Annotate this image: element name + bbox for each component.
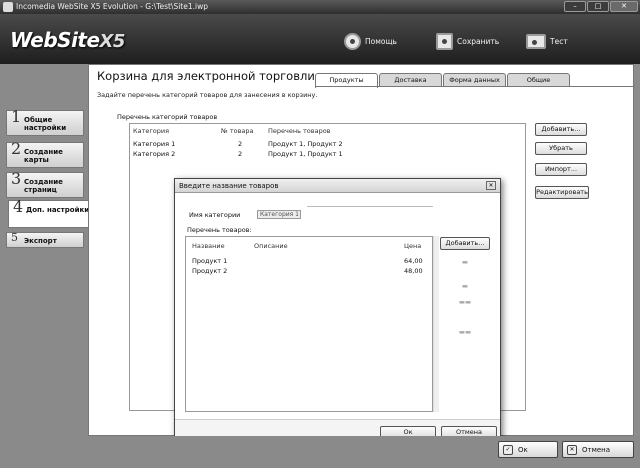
column-header-name[interactable]: Название — [192, 242, 225, 250]
check-icon: ✓ — [503, 444, 513, 455]
edit-category-button[interactable]: Редактировать — [535, 186, 589, 199]
dialog-title-bar: Введите название товаров ✕ — [175, 179, 500, 193]
cancel-icon: ✕ — [567, 444, 577, 455]
test-button[interactable]: Тест — [526, 32, 568, 50]
help-button[interactable]: Помощь — [344, 32, 397, 50]
remove-category-button[interactable]: Убрать — [535, 142, 587, 155]
row-count: 2 — [238, 150, 243, 158]
column-header-products[interactable]: Перечень товаров — [268, 127, 331, 135]
product-row-name[interactable]: Продукт 2 — [192, 267, 227, 275]
window-title: Incomedia WebSite X5 Evolution - G:\Test… — [16, 2, 208, 11]
help-icon — [344, 32, 361, 50]
product-list[interactable]: Название Описание Цена Продукт 1 64,00 П… — [185, 236, 433, 412]
sidebar: 1 Общие настройки 2 Создание карты 3 Соз… — [0, 64, 90, 468]
product-row-name[interactable]: Продукт 1 — [192, 257, 227, 265]
row-category[interactable]: Категория 2 — [133, 150, 175, 158]
sidebar-item-export[interactable]: 5 Экспорт — [6, 232, 84, 248]
page-subtitle: Задайте перечень категорий товаров для з… — [97, 91, 318, 99]
disabled-button: ▬▬ — [458, 298, 472, 306]
maximize-button[interactable]: □ — [587, 1, 609, 12]
minimize-button[interactable]: – — [564, 1, 586, 12]
product-row-price: 48,00 — [404, 267, 423, 275]
divider — [307, 206, 433, 207]
window-title-bar: Incomedia WebSite X5 Evolution - G:\Test… — [0, 0, 640, 14]
product-list-label: Перечень товаров: — [187, 226, 252, 234]
column-header-description[interactable]: Описание — [254, 242, 288, 250]
app-icon — [3, 2, 13, 12]
category-list-label: Перечень категорий товаров — [117, 113, 218, 121]
ok-button[interactable]: ✓ Ок — [498, 441, 558, 458]
product-dialog: Введите название товаров ✕ Имя категории… — [174, 178, 501, 443]
dialog-title: Введите название товаров — [179, 182, 279, 190]
row-category[interactable]: Категория 1 — [133, 140, 175, 148]
row-products: Продукт 1, Продукт 2 — [268, 140, 343, 148]
column-header-count[interactable]: № товара — [221, 127, 254, 135]
dialog-close-icon[interactable]: ✕ — [486, 181, 496, 190]
row-count: 2 — [238, 140, 243, 148]
close-window-button[interactable]: ✕ — [610, 1, 638, 12]
sidebar-item-pages[interactable]: 3 Создание страниц — [6, 171, 84, 198]
category-name-label: Имя категории — [189, 211, 241, 219]
import-button[interactable]: Импорт... — [535, 163, 587, 176]
cancel-button[interactable]: ✕ Отмена — [562, 441, 634, 458]
tab-general[interactable]: Общие — [507, 73, 570, 87]
save-button[interactable]: Сохранить — [436, 32, 499, 50]
tab-delivery[interactable]: Доставка — [379, 73, 442, 87]
disabled-button: ▬ — [461, 282, 469, 290]
disabled-button: ▬▬ — [458, 328, 472, 336]
tab-bar: Продукты Доставка Форма данных Общие — [315, 73, 571, 88]
tab-divider — [315, 86, 635, 87]
logo: WebSiteX5 — [10, 28, 125, 52]
dialog-scrollbar[interactable] — [433, 236, 439, 412]
bottom-bar: ✓ Ок ✕ Отмена — [88, 436, 640, 468]
page-title: Корзина для электронной торговли — [97, 69, 315, 83]
add-product-button[interactable]: Добавить... — [440, 237, 490, 250]
sidebar-item-advanced[interactable]: 4 Доп. настройки — [8, 199, 90, 228]
tab-data-form[interactable]: Форма данных — [443, 73, 506, 87]
product-row-price: 64,00 — [404, 257, 423, 265]
column-header-category[interactable]: Категория — [133, 127, 169, 135]
column-header-price[interactable]: Цена — [404, 242, 421, 250]
save-icon — [436, 32, 453, 50]
app-header: WebSiteX5 Помощь Сохранить Тест — [0, 14, 640, 64]
row-products: Продукт 1, Продукт 1 — [268, 150, 343, 158]
sidebar-item-general[interactable]: 1 Общие настройки — [6, 109, 84, 136]
monitor-icon — [526, 33, 546, 49]
category-name-field[interactable]: Категория 1 — [257, 210, 301, 219]
disabled-button: ▬ — [461, 258, 469, 266]
add-category-button[interactable]: Добавить... — [535, 123, 587, 136]
sidebar-item-map[interactable]: 2 Создание карты — [6, 141, 84, 168]
